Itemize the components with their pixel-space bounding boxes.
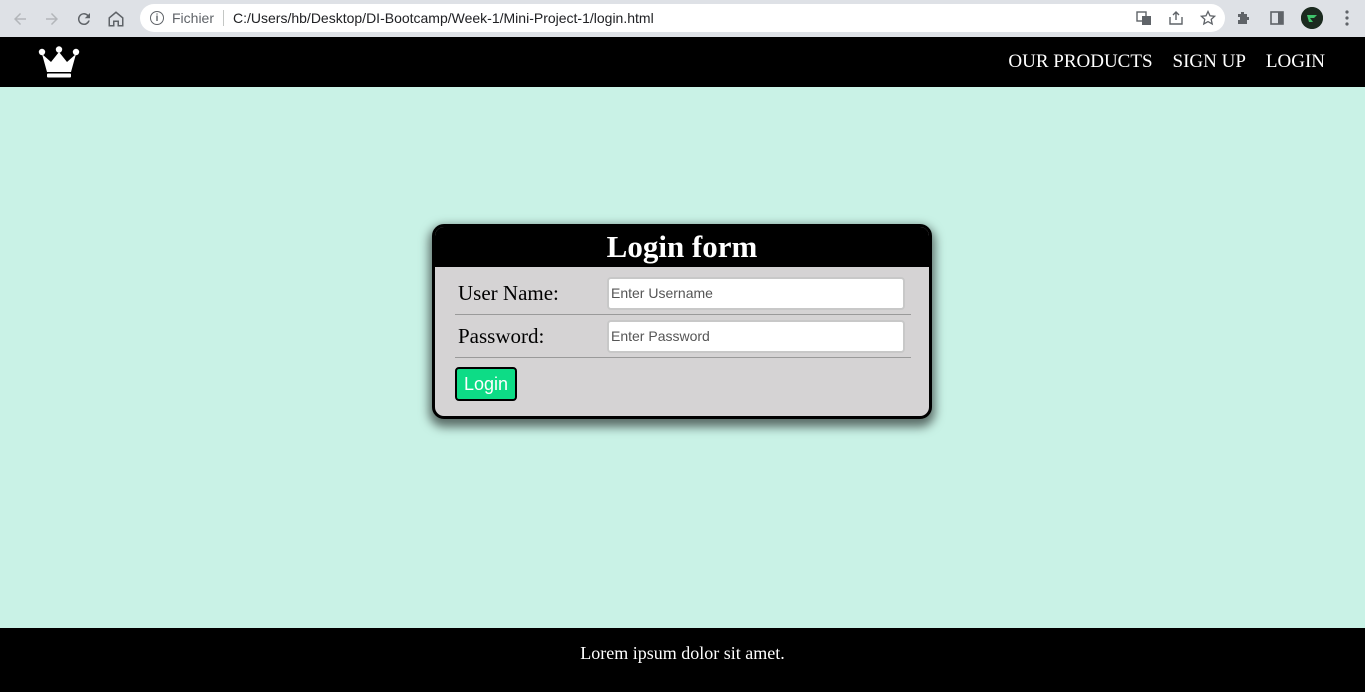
login-form-card: Login form User Name: Password: Login <box>432 224 932 419</box>
username-row: User Name: <box>455 272 911 315</box>
nav-link-sign-up[interactable]: SIGN UP <box>1173 51 1246 73</box>
footer-text: Lorem ipsum dolor sit amet. <box>580 643 785 663</box>
footer: Lorem ipsum dolor sit amet. <box>0 628 1365 692</box>
login-form-title: Login form <box>435 227 929 267</box>
username-label: User Name: <box>458 280 559 305</box>
info-icon[interactable]: i <box>150 11 164 25</box>
browser-toolbar: i Fichier C:/Users/hb/Desktop/DI-Bootcam… <box>0 0 1365 37</box>
username-input[interactable] <box>607 276 905 310</box>
nav-links: OUR PRODUCTS SIGN UP LOGIN <box>1008 37 1325 87</box>
address-bar[interactable]: i Fichier C:/Users/hb/Desktop/DI-Bootcam… <box>140 4 1225 32</box>
crown-icon[interactable] <box>38 46 80 78</box>
share-icon[interactable] <box>1167 9 1185 27</box>
login-button[interactable]: Login <box>455 367 517 401</box>
nav-link-login[interactable]: LOGIN <box>1266 51 1325 73</box>
password-row: Password: <box>455 315 911 358</box>
home-icon[interactable] <box>100 4 132 34</box>
extensions-icon[interactable] <box>1233 6 1253 30</box>
translate-icon[interactable] <box>1135 9 1153 27</box>
forward-icon[interactable] <box>36 4 68 34</box>
password-input[interactable] <box>607 319 905 353</box>
back-icon[interactable] <box>4 4 36 34</box>
password-label: Password: <box>458 323 545 348</box>
url-text[interactable]: C:/Users/hb/Desktop/DI-Bootcamp/Week-1/M… <box>233 10 654 26</box>
profile-avatar[interactable] <box>1301 7 1323 29</box>
site-navbar: OUR PRODUCTS SIGN UP LOGIN <box>0 37 1365 87</box>
star-icon[interactable] <box>1199 9 1217 27</box>
reload-icon[interactable] <box>68 4 100 34</box>
sidepanel-icon[interactable] <box>1267 6 1287 30</box>
menu-icon[interactable] <box>1337 6 1357 30</box>
nav-link-our-products[interactable]: OUR PRODUCTS <box>1008 51 1152 73</box>
scheme-label: Fichier <box>172 10 225 26</box>
